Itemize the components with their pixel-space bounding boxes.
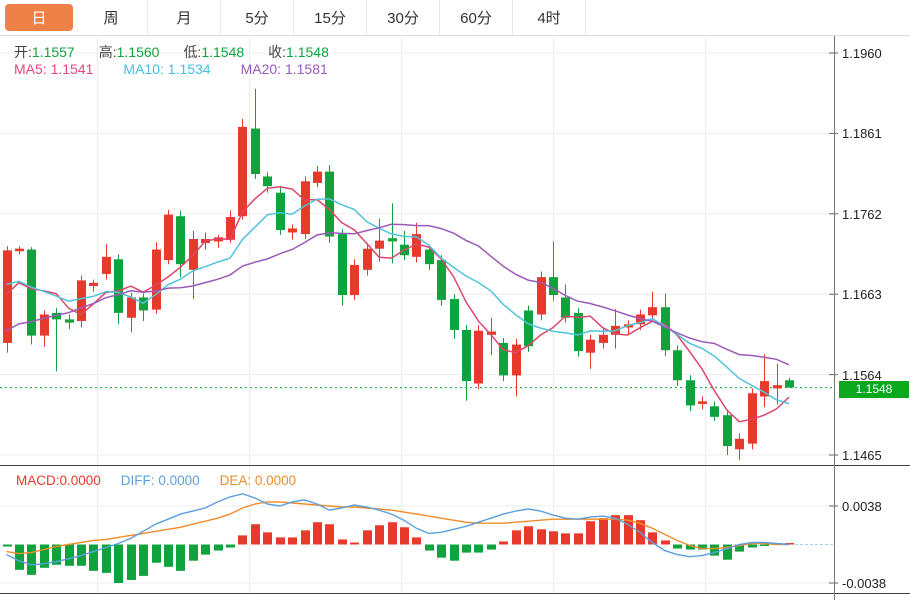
ohlc-low: 低:1.1548 — [183, 42, 244, 62]
tab-30min[interactable]: 30分 — [367, 0, 440, 35]
price-axis-label-5: 1.1465 — [842, 448, 882, 463]
chart-area[interactable]: 开:1.1557 高:1.1560 低:1.1548 收:1.1548 MA5:… — [0, 36, 910, 600]
last-price-badge: 1.1548 — [839, 381, 909, 398]
ohlc-legend: 开:1.1557 高:1.1560 低:1.1548 收:1.1548 — [14, 42, 329, 62]
dea-value-legend: DEA: 0.0000 — [220, 473, 297, 488]
ohlc-high: 高:1.1560 — [99, 42, 160, 62]
macd-legend: MACD:0.0000 DIFF: 0.0000 DEA: 0.0000 — [16, 473, 296, 488]
diff-value-legend: DIFF: 0.0000 — [121, 473, 200, 488]
ma20-legend: MA20: 1.1581 — [241, 61, 328, 77]
price-axis-label-1: 1.1861 — [842, 126, 882, 141]
tab-60min[interactable]: 60分 — [440, 0, 513, 35]
macd-value-legend: MACD:0.0000 — [16, 473, 101, 488]
tab-4hour[interactable]: 4时 — [513, 0, 586, 35]
price-axis-label-2: 1.1762 — [842, 207, 882, 222]
price-axis-label-3: 1.1663 — [842, 287, 882, 302]
price-axis-label-0: 1.1960 — [842, 46, 882, 61]
tab-day[interactable]: 日 — [5, 4, 73, 31]
macd-axis-label-0: 0.0038 — [842, 499, 882, 514]
tabbar-spacer — [586, 0, 910, 35]
macd-axis-label-1: -0.0038 — [842, 576, 886, 591]
ma-legend: MA5: 1.1541 MA10: 1.1534 MA20: 1.1581 — [14, 61, 328, 77]
ohlc-open: 开:1.1557 — [14, 42, 75, 62]
tab-5min[interactable]: 5分 — [221, 0, 294, 35]
tab-15min[interactable]: 15分 — [294, 0, 367, 35]
ma10-legend: MA10: 1.1534 — [123, 61, 210, 77]
ohlc-close: 收:1.1548 — [268, 42, 329, 62]
ma5-legend: MA5: 1.1541 — [14, 61, 93, 77]
tab-week[interactable]: 周 — [75, 0, 148, 35]
kline-macd-chart[interactable] — [0, 36, 910, 600]
tab-month[interactable]: 月 — [148, 0, 221, 35]
period-tabbar: 日 周 月 5分 15分 30分 60分 4时 — [0, 0, 910, 36]
